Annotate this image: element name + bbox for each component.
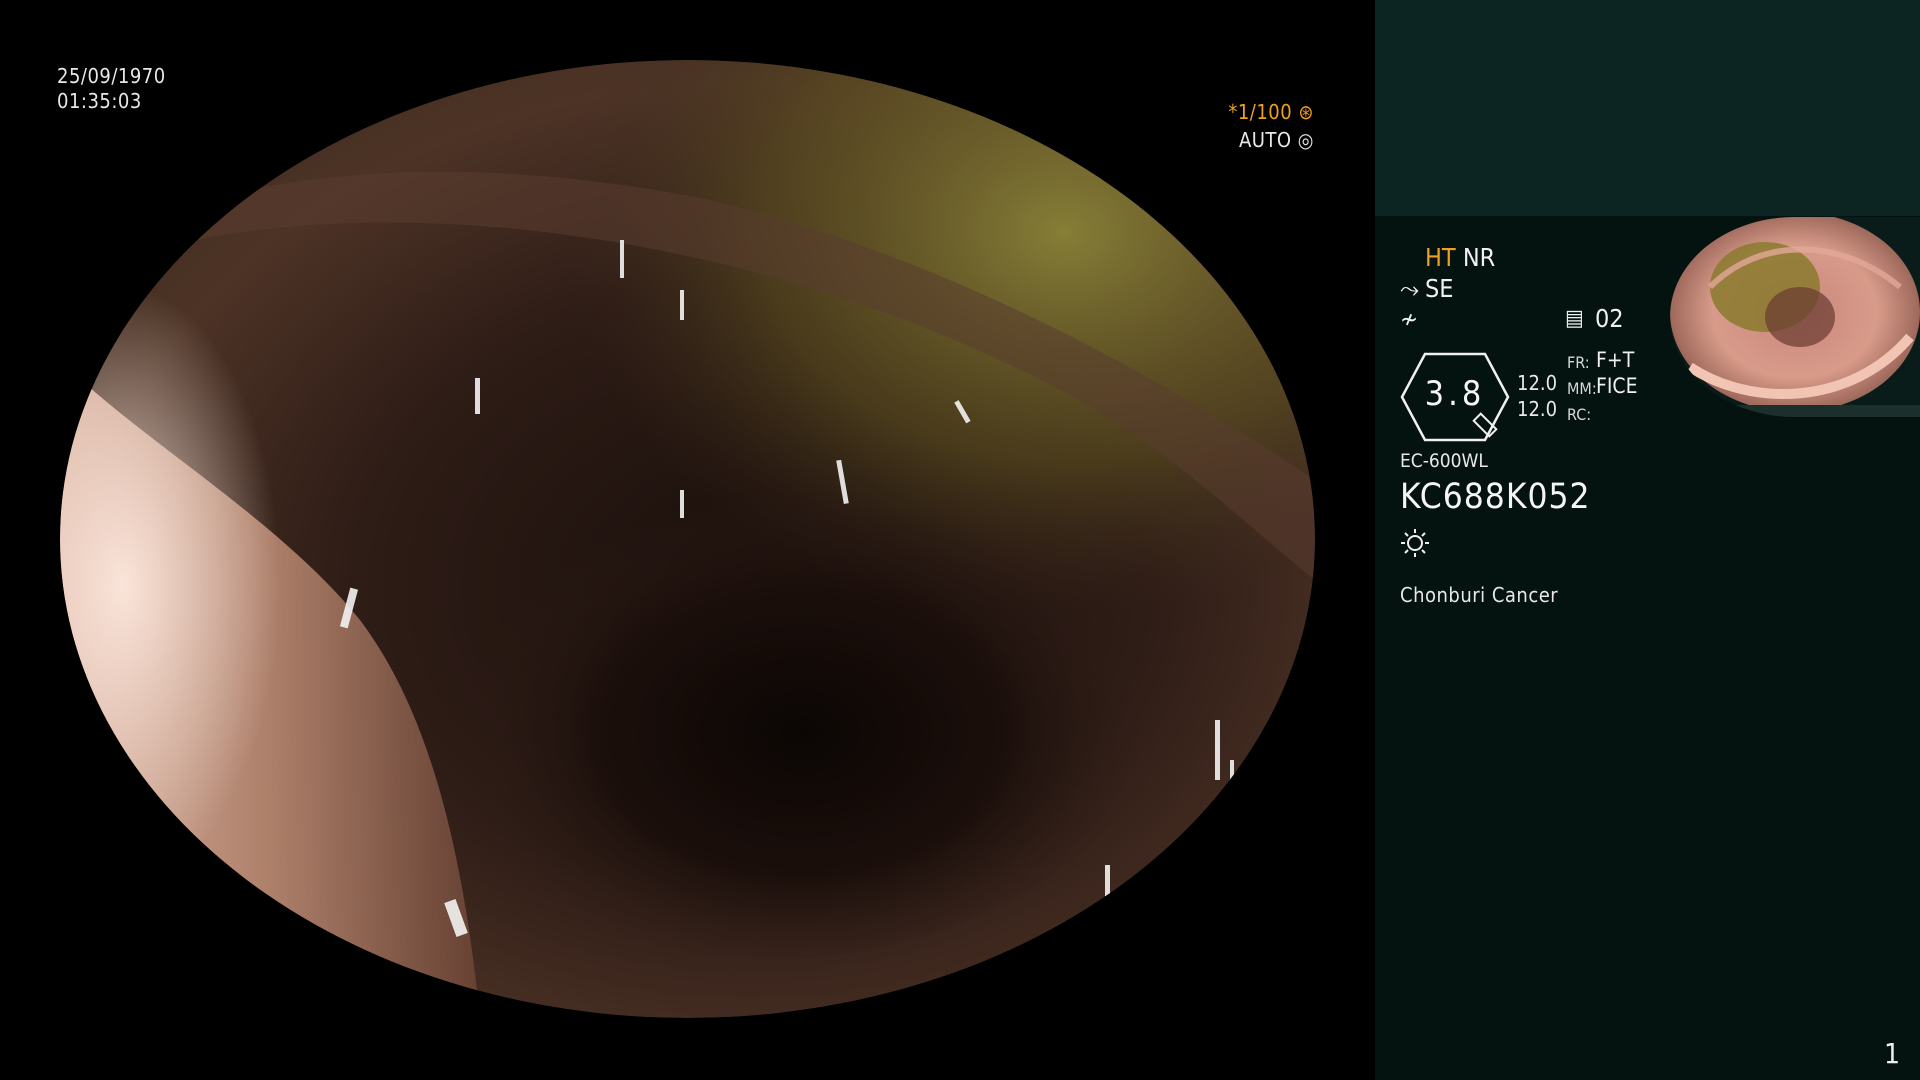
- filter-icon: ≁: [1400, 305, 1419, 333]
- panel-header: [1375, 0, 1920, 216]
- time-text: 01:35:03: [57, 89, 142, 113]
- label-value-column: F+T FICE: [1596, 347, 1638, 399]
- mm-value: FICE: [1596, 374, 1638, 398]
- zoom-value: 3.8: [1424, 374, 1486, 414]
- shutter-speed: *1/100: [1228, 100, 1293, 124]
- hospital-name: Chonburi Cancer: [1400, 583, 1559, 607]
- zoom-value-box: 3.8: [1400, 352, 1510, 442]
- structure-icon: ⤳: [1400, 275, 1420, 303]
- iris-mode: AUTO: [1238, 128, 1292, 152]
- page-number: 1: [1883, 1037, 1900, 1070]
- fr-label: FR:: [1567, 353, 1590, 372]
- mode-number: 02: [1595, 304, 1624, 333]
- value-1: 12.0: [1517, 371, 1558, 395]
- info-panel: HT NR ⤳ SE ≁ ▤ 02 3.8 12.0 12.0 FR: MM: …: [1375, 0, 1920, 1080]
- scope-model: EC-600WL: [1400, 450, 1488, 472]
- book-icon: ▤: [1565, 306, 1584, 331]
- mode-ht-nr: HT NR: [1425, 243, 1495, 273]
- thumbnail-caption-bar: [1670, 405, 1920, 417]
- ht-label: HT: [1425, 243, 1456, 272]
- nr-label: NR: [1462, 243, 1496, 272]
- value-column: 12.0 12.0: [1517, 370, 1557, 422]
- light-icon: [1401, 529, 1429, 557]
- shutter-block: *1/100 ⊛ AUTO ◎: [1228, 98, 1314, 154]
- value-2: 12.0: [1517, 397, 1558, 421]
- iris-icon: ◎: [1297, 128, 1314, 152]
- shutter-icon: ⊛: [1298, 100, 1314, 124]
- thumbnail-svg: [1670, 217, 1920, 412]
- endoscope-image: [60, 60, 1315, 1018]
- endoscope-view: [60, 60, 1315, 1018]
- fr-value: F+T: [1596, 348, 1635, 372]
- mm-label: MM:: [1567, 379, 1597, 398]
- se-label: SE: [1425, 274, 1454, 303]
- label-column: FR: MM: RC:: [1567, 350, 1597, 428]
- datetime-block: 25/09/1970 01:35:03: [57, 64, 166, 114]
- scope-serial: KC688K052: [1400, 477, 1591, 517]
- date-text: 25/09/1970: [57, 64, 166, 88]
- rc-label: RC:: [1567, 405, 1592, 424]
- thumbnail-image: [1670, 217, 1920, 417]
